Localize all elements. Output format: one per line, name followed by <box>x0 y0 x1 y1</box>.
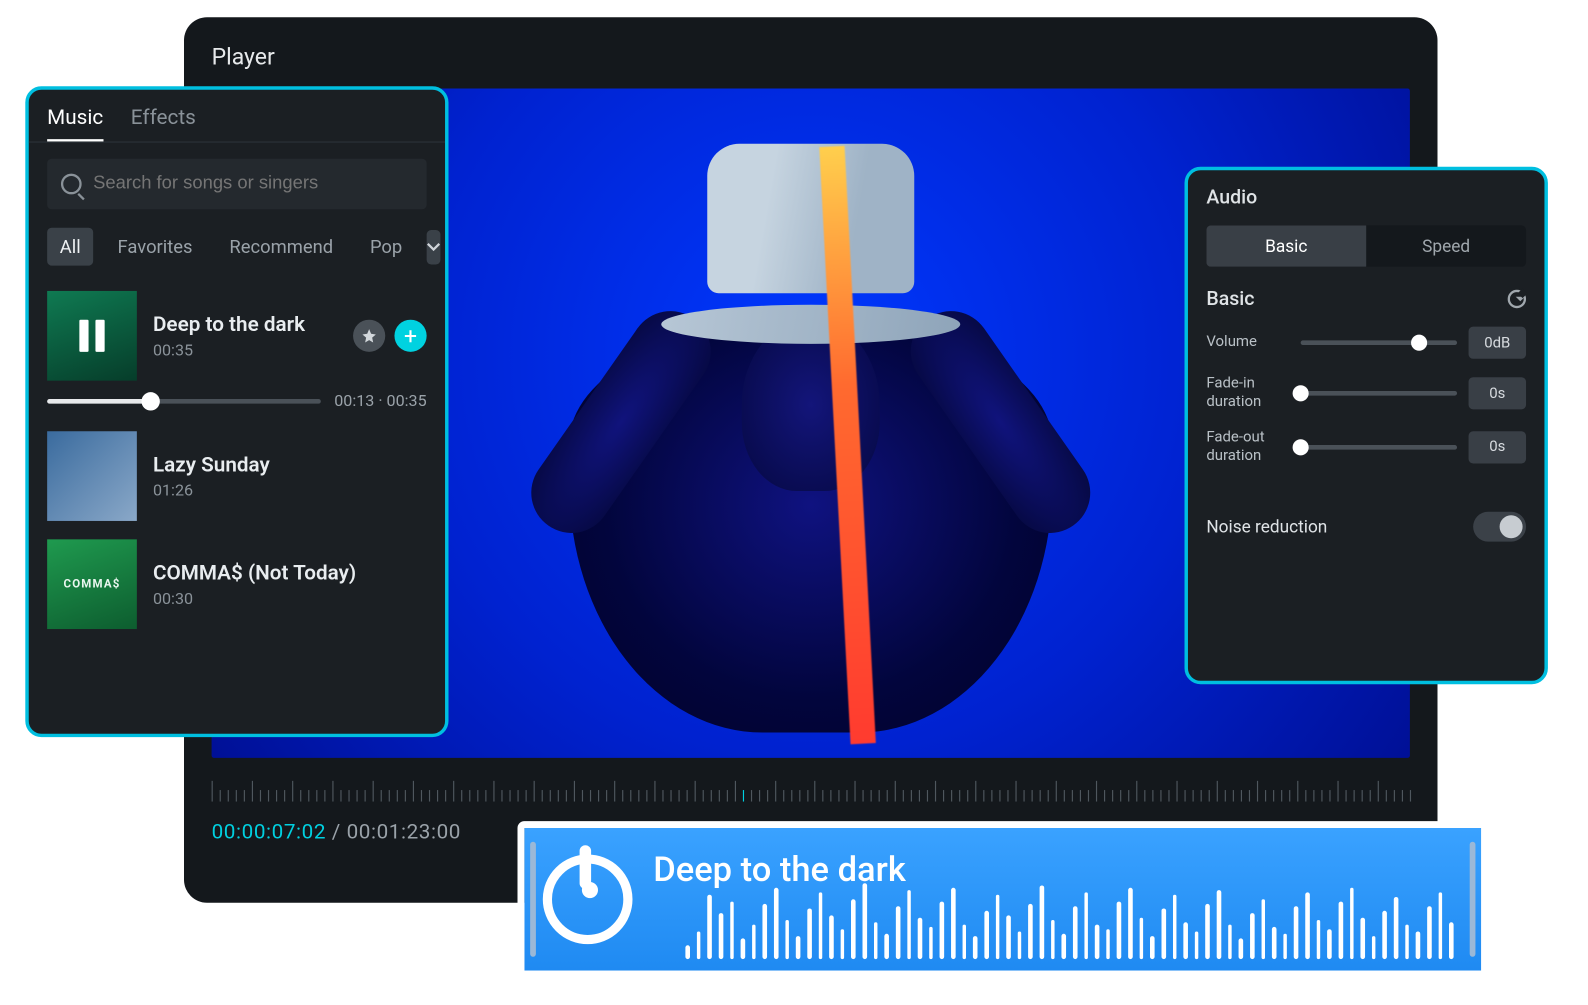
song-row[interactable]: Lazy Sunday 01:26 <box>47 420 427 528</box>
progress-track[interactable] <box>47 399 320 404</box>
audio-seg: Basic Speed <box>1206 225 1526 266</box>
song-meta: Deep to the dark 00:35 <box>153 312 337 359</box>
basic-label: Basic <box>1206 288 1254 311</box>
fadeout-control: Fade-out duration 0s <box>1206 428 1526 465</box>
tab-music[interactable]: Music <box>47 106 103 142</box>
slider-thumb[interactable] <box>1293 439 1309 455</box>
noise-reduction-label: Noise reduction <box>1206 515 1327 539</box>
song-progress[interactable]: 00:13 · 00:35 <box>47 392 427 410</box>
song-title: Deep to the dark <box>153 312 337 336</box>
song-title: Lazy Sunday <box>153 453 427 477</box>
chip-pop[interactable]: Pop <box>357 228 415 266</box>
song-duration: 01:26 <box>153 481 427 499</box>
fadeout-value[interactable]: 0s <box>1469 431 1527 463</box>
seg-basic[interactable]: Basic <box>1206 225 1366 266</box>
volume-control: Volume 0dB <box>1206 327 1526 359</box>
music-note-icon <box>543 854 633 944</box>
song-duration: 00:30 <box>153 589 427 607</box>
basic-header: Basic <box>1206 288 1526 311</box>
chip-recommend[interactable]: Recommend <box>217 228 346 266</box>
divider <box>29 141 445 142</box>
clip-handle-right[interactable] <box>1470 842 1476 957</box>
waveform-icon <box>685 879 1453 960</box>
star-icon <box>361 328 377 344</box>
slider-thumb[interactable] <box>1293 386 1309 402</box>
slider-thumb[interactable] <box>1411 335 1427 351</box>
timecode-sep: / <box>326 820 347 844</box>
volume-slider[interactable] <box>1301 340 1457 345</box>
more-categories-button[interactable] <box>426 229 440 264</box>
noise-reduction-row: Noise reduction <box>1206 512 1526 542</box>
song-cover[interactable] <box>47 431 137 521</box>
song-row[interactable]: COMMA$ COMMA$ (Not Today) 00:30 <box>47 528 427 636</box>
tab-effects[interactable]: Effects <box>131 106 196 142</box>
audio-panel-title: Audio <box>1206 186 1526 209</box>
song-cover[interactable]: COMMA$ <box>47 539 137 629</box>
reset-icon[interactable] <box>1508 290 1526 308</box>
audio-settings-panel: Audio Basic Speed Basic Volume 0dB Fade-… <box>1185 167 1548 685</box>
search-icon <box>61 174 82 195</box>
timeline-ruler[interactable] <box>212 765 1410 806</box>
fadeout-label: Fade-out duration <box>1206 428 1289 465</box>
pause-icon <box>79 320 104 352</box>
volume-value[interactable]: 0dB <box>1469 327 1527 359</box>
clip-handle-left[interactable] <box>530 842 536 957</box>
chevron-down-icon <box>426 240 440 254</box>
chip-all[interactable]: All <box>47 228 93 266</box>
chip-favorites[interactable]: Favorites <box>105 228 205 266</box>
add-to-timeline-button[interactable]: + <box>394 320 426 352</box>
seg-speed[interactable]: Speed <box>1366 225 1526 266</box>
song-duration: 00:35 <box>153 341 337 359</box>
fadein-slider[interactable] <box>1301 391 1457 396</box>
song-title: COMMA$ (Not Today) <box>153 561 427 585</box>
timecode-current: 00:00:07:02 <box>212 820 326 844</box>
progress-thumb[interactable] <box>142 392 160 410</box>
timecode-total: 00:01:23:00 <box>347 820 461 844</box>
favorite-button[interactable] <box>353 320 385 352</box>
figure-hat <box>661 144 960 351</box>
plus-icon: + <box>404 324 417 347</box>
player-title: Player <box>212 43 1410 71</box>
music-tabs: Music Effects <box>47 106 427 142</box>
fadein-label: Fade-in duration <box>1206 375 1289 412</box>
toggle-knob <box>1500 515 1523 538</box>
fadein-value[interactable]: 0s <box>1469 377 1527 409</box>
song-row[interactable]: Deep to the dark 00:35 + <box>47 279 427 387</box>
music-library-panel: Music Effects All Favorites Recommend Po… <box>25 86 448 737</box>
song-search[interactable] <box>47 159 427 210</box>
category-chips: All Favorites Recommend Pop <box>47 228 427 266</box>
fadeout-slider[interactable] <box>1301 445 1457 450</box>
volume-label: Volume <box>1206 333 1289 352</box>
progress-time: 00:13 · 00:35 <box>334 392 426 410</box>
audio-clip[interactable]: Deep to the dark <box>518 821 1489 977</box>
search-input[interactable] <box>93 174 413 195</box>
noise-reduction-toggle[interactable] <box>1473 512 1526 542</box>
song-cover[interactable] <box>47 291 137 381</box>
fadein-control: Fade-in duration 0s <box>1206 375 1526 412</box>
